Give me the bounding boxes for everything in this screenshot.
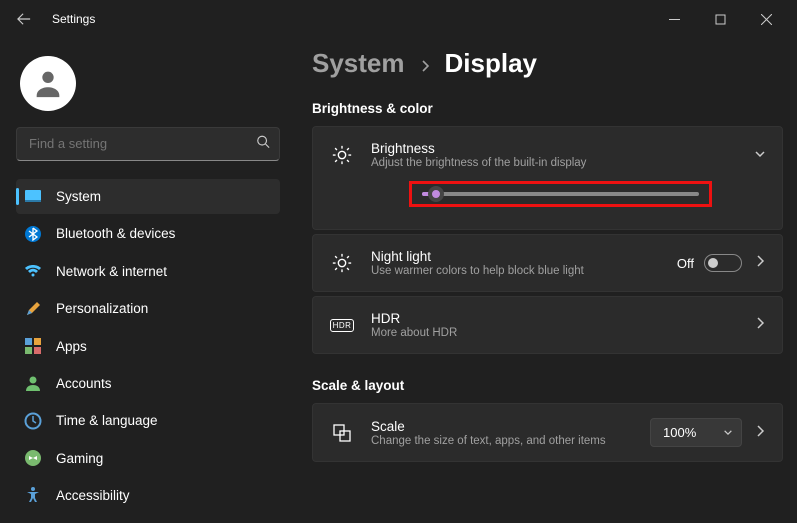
annotation-highlight — [409, 181, 712, 207]
scale-card[interactable]: Scale Change the size of text, apps, and… — [312, 403, 783, 462]
sidebar-item-label: Time & language — [56, 413, 158, 428]
chevron-right-icon[interactable] — [754, 424, 766, 442]
sidebar-item-label: Accessibility — [56, 488, 130, 503]
sidebar-item-accessibility[interactable]: Accessibility — [16, 478, 280, 513]
chevron-down-icon[interactable] — [754, 147, 766, 165]
slider-thumb[interactable] — [428, 186, 444, 202]
hdr-card[interactable]: HDR HDR More about HDR — [312, 296, 783, 354]
app-title: Settings — [52, 12, 95, 26]
sidebar-item-label: Gaming — [56, 451, 103, 466]
clock-globe-icon — [24, 412, 42, 430]
section-brightness-color: Brightness & color — [312, 101, 783, 116]
sidebar-item-label: Network & internet — [56, 264, 167, 279]
scale-value: 100% — [663, 425, 696, 440]
night-light-title: Night light — [371, 249, 677, 264]
back-button[interactable] — [8, 3, 40, 35]
night-light-icon — [329, 250, 355, 276]
scale-desc: Change the size of text, apps, and other… — [371, 435, 631, 447]
night-light-toggle[interactable] — [704, 254, 742, 272]
sidebar-item-label: Personalization — [56, 301, 148, 316]
chevron-down-icon — [723, 425, 733, 440]
sun-icon — [329, 142, 355, 168]
sidebar-item-apps[interactable]: Apps — [16, 328, 280, 363]
person-icon — [24, 374, 42, 392]
scale-icon — [329, 420, 355, 446]
brightness-card[interactable]: Brightness Adjust the brightness of the … — [312, 126, 783, 230]
breadcrumb-current: Display — [445, 48, 538, 79]
chevron-right-icon[interactable] — [754, 254, 766, 272]
apps-icon — [24, 337, 42, 355]
sidebar-item-bluetooth[interactable]: Bluetooth & devices — [16, 216, 280, 251]
toggle-state-label: Off — [677, 256, 694, 271]
accessibility-icon — [24, 486, 42, 504]
scale-title: Scale — [371, 419, 650, 434]
search-icon — [256, 134, 270, 153]
breadcrumb-parent[interactable]: System — [312, 48, 405, 79]
sidebar-item-label: Bluetooth & devices — [56, 226, 175, 241]
maximize-button[interactable] — [697, 3, 743, 35]
brightness-desc: Adjust the brightness of the built-in di… — [371, 157, 631, 169]
sidebar-item-system[interactable]: System — [16, 179, 280, 214]
chevron-right-icon — [419, 59, 431, 77]
brightness-title: Brightness — [371, 141, 754, 156]
sidebar-item-label: Apps — [56, 339, 87, 354]
hdr-desc: More about HDR — [371, 327, 631, 339]
scale-dropdown[interactable]: 100% — [650, 418, 742, 447]
section-scale-layout: Scale & layout — [312, 378, 783, 393]
gaming-icon — [24, 449, 42, 467]
sidebar-item-personalization[interactable]: Personalization — [16, 291, 280, 326]
sidebar-item-accounts[interactable]: Accounts — [16, 366, 280, 401]
brightness-slider[interactable] — [422, 192, 699, 196]
hdr-title: HDR — [371, 311, 742, 326]
sidebar-item-label: Accounts — [56, 376, 112, 391]
night-light-card[interactable]: Night light Use warmer colors to help bl… — [312, 234, 783, 292]
bluetooth-icon — [24, 225, 42, 243]
sidebar-item-network[interactable]: Network & internet — [16, 254, 280, 289]
wifi-icon — [24, 262, 42, 280]
breadcrumb: System Display — [312, 48, 783, 79]
night-light-desc: Use warmer colors to help block blue lig… — [371, 265, 631, 277]
minimize-button[interactable] — [651, 3, 697, 35]
avatar[interactable] — [20, 56, 76, 111]
chevron-right-icon[interactable] — [754, 316, 766, 334]
close-button[interactable] — [743, 3, 789, 35]
sidebar-item-label: System — [56, 189, 101, 204]
hdr-icon: HDR — [329, 312, 355, 338]
system-icon — [24, 188, 42, 206]
search-input[interactable] — [16, 127, 280, 161]
sidebar-item-gaming[interactable]: Gaming — [16, 440, 280, 475]
sidebar-item-time-language[interactable]: Time & language — [16, 403, 280, 438]
brush-icon — [24, 300, 42, 318]
